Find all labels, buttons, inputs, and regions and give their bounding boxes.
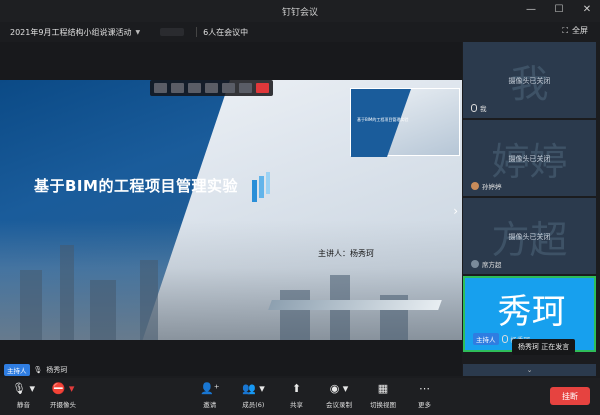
members-icon: 👥 ▾ [242, 382, 265, 395]
slide-city-background [0, 220, 462, 340]
scroll-down-chevron-icon[interactable]: ⌄ [463, 364, 596, 376]
slide-tablet-image [268, 300, 442, 310]
speaker-name: 杨秀珂 [46, 366, 68, 374]
title-bar: 钉钉会议 — ☐ ✕ [0, 0, 600, 22]
active-speaker-tag: 主持人 🎙 杨秀珂 [4, 364, 67, 376]
slide-title: 基于BIM的工程项目管理实验 [34, 177, 238, 195]
microphone-icon: 🎙 ▾ [12, 382, 35, 395]
slide-presenter: 主讲人：杨秀珂 [318, 249, 374, 258]
mute-label: 静音 [16, 401, 30, 409]
record-button[interactable]: ◉ ▾ 会议录制 [326, 382, 352, 409]
close-button[interactable]: ✕ [580, 3, 594, 17]
more-tool-icon[interactable] [239, 83, 252, 93]
host-badge: 主持人 [473, 333, 499, 345]
maximize-button[interactable]: ☐ [552, 3, 566, 17]
meeting-name: 2021年9月工程结构小组说课活动 [10, 27, 132, 37]
invite-button[interactable]: 👤⁺ 邀请 [200, 382, 220, 409]
picture-in-picture-preview[interactable]: 基于BIM的工程项目管理实验 [350, 88, 460, 157]
shared-screen-stage: 基于BIM的工程项目管理实验 主讲人：杨秀珂 › 基于BIM的工程项目管理实验 [0, 42, 462, 376]
record-label: 会议录制 [326, 401, 352, 409]
invite-label: 邀请 [203, 401, 217, 409]
members-button[interactable]: 👥 ▾ 成员(6) [242, 382, 265, 409]
microphone-icon [501, 335, 508, 343]
divider [196, 27, 198, 37]
share-screen-icon: ⬆ [291, 382, 302, 395]
grid-view-icon: ▦ [377, 382, 389, 395]
avatar [471, 182, 479, 190]
meeting-toolbar: 🎙 ▾ 静音 ⛔ ▾ 开摄像头 👤⁺ 邀请 👥 ▾ 成员(6) ⬆ 共享 ◉ ▾… [0, 378, 600, 415]
fullscreen-label: 全屏 [572, 26, 588, 35]
camera-off-status: 摄像头已关闭 [508, 233, 551, 241]
fullscreen-button[interactable]: ⛶ 全屏 [562, 25, 588, 36]
participant-nameplate: 孙婷婷 [471, 181, 502, 191]
participant-sidebar: 我 摄像头已关闭 我 婷婷 摄像头已关闭 孙婷婷 方超 摄像头已关闭 席方超 秀… [463, 42, 596, 376]
window-controls: — ☐ ✕ [524, 3, 594, 17]
members-tool-icon[interactable] [188, 83, 201, 93]
speaking-tooltip: 杨秀珂 正在发言 [512, 339, 576, 355]
stop-share-icon[interactable] [256, 83, 269, 93]
members-label: 成员(6) [242, 401, 265, 409]
participant-tile[interactable]: 婷婷 摄像头已关闭 孙婷婷 [463, 120, 596, 196]
next-slide-arrow-icon[interactable]: › [453, 204, 458, 218]
meeting-info-bar: 2021年9月工程结构小组说课活动 ▼ 6人在会议中 ⛶ 全屏 [0, 22, 600, 42]
hangup-button[interactable]: 挂断 [550, 387, 590, 405]
more-button[interactable]: ⋯ 更多 [418, 382, 431, 409]
fullscreen-icon: ⛶ [562, 25, 568, 35]
building-shape [60, 245, 74, 340]
participant-tile[interactable]: 方超 摄像头已关闭 席方超 [463, 198, 596, 274]
mic-tool-icon[interactable] [154, 83, 167, 93]
pip-blue-panel [351, 89, 411, 157]
share-label: 共享 [290, 401, 303, 409]
participant-count: 6人在会议中 [203, 27, 249, 37]
more-label: 更多 [418, 401, 431, 409]
building-shape [90, 280, 116, 340]
camera-off-icon: ⛔ ▾ [51, 382, 75, 395]
window-title: 钉钉会议 [281, 7, 318, 18]
participant-nameplate: 席方超 [471, 259, 502, 269]
pause-share-icon[interactable] [205, 83, 218, 93]
layout-label: 切换视图 [370, 401, 396, 409]
layout-button[interactable]: ▦ 切换视图 [370, 382, 396, 409]
participant-name: 席方超 [482, 261, 502, 269]
participant-nameplate: 我 [471, 103, 487, 113]
camera-button[interactable]: ⛔ ▾ 开摄像头 [50, 382, 76, 409]
share-button[interactable]: ⬆ 共享 [290, 382, 303, 409]
chevron-down-icon: ▼ [135, 28, 141, 36]
microphone-icon [471, 104, 477, 112]
record-icon: ◉ ▾ [329, 382, 349, 395]
participant-tile[interactable]: 我 摄像头已关闭 我 [463, 42, 596, 118]
screen-share-toolbar [150, 80, 273, 96]
building-shape [140, 260, 158, 340]
redacted-block [160, 28, 185, 36]
participant-name: 我 [480, 105, 487, 113]
annotate-tool-icon[interactable] [222, 83, 235, 93]
participant-name: 孙婷婷 [482, 183, 502, 191]
building-shape [20, 270, 42, 340]
slide-logo-icon [252, 172, 270, 202]
camera-label: 开摄像头 [50, 401, 76, 409]
pip-title: 基于BIM的工程项目管理实验 [357, 117, 409, 122]
mute-button[interactable]: 🎙 ▾ 静音 [12, 382, 35, 409]
building-shape [280, 290, 310, 340]
minimize-button[interactable]: — [524, 3, 538, 17]
camera-off-status: 摄像头已关闭 [508, 77, 551, 85]
meeting-name-dropdown[interactable]: 2021年9月工程结构小组说课活动 ▼ [0, 27, 140, 38]
microphone-icon: 🎙 [33, 366, 43, 374]
camera-off-status: 摄像头已关闭 [508, 155, 551, 163]
more-dots-icon: ⋯ [419, 382, 430, 395]
add-person-icon: 👤⁺ [200, 382, 220, 395]
camera-tool-icon[interactable] [171, 83, 184, 93]
avatar [471, 260, 479, 268]
host-badge: 主持人 [4, 364, 30, 376]
